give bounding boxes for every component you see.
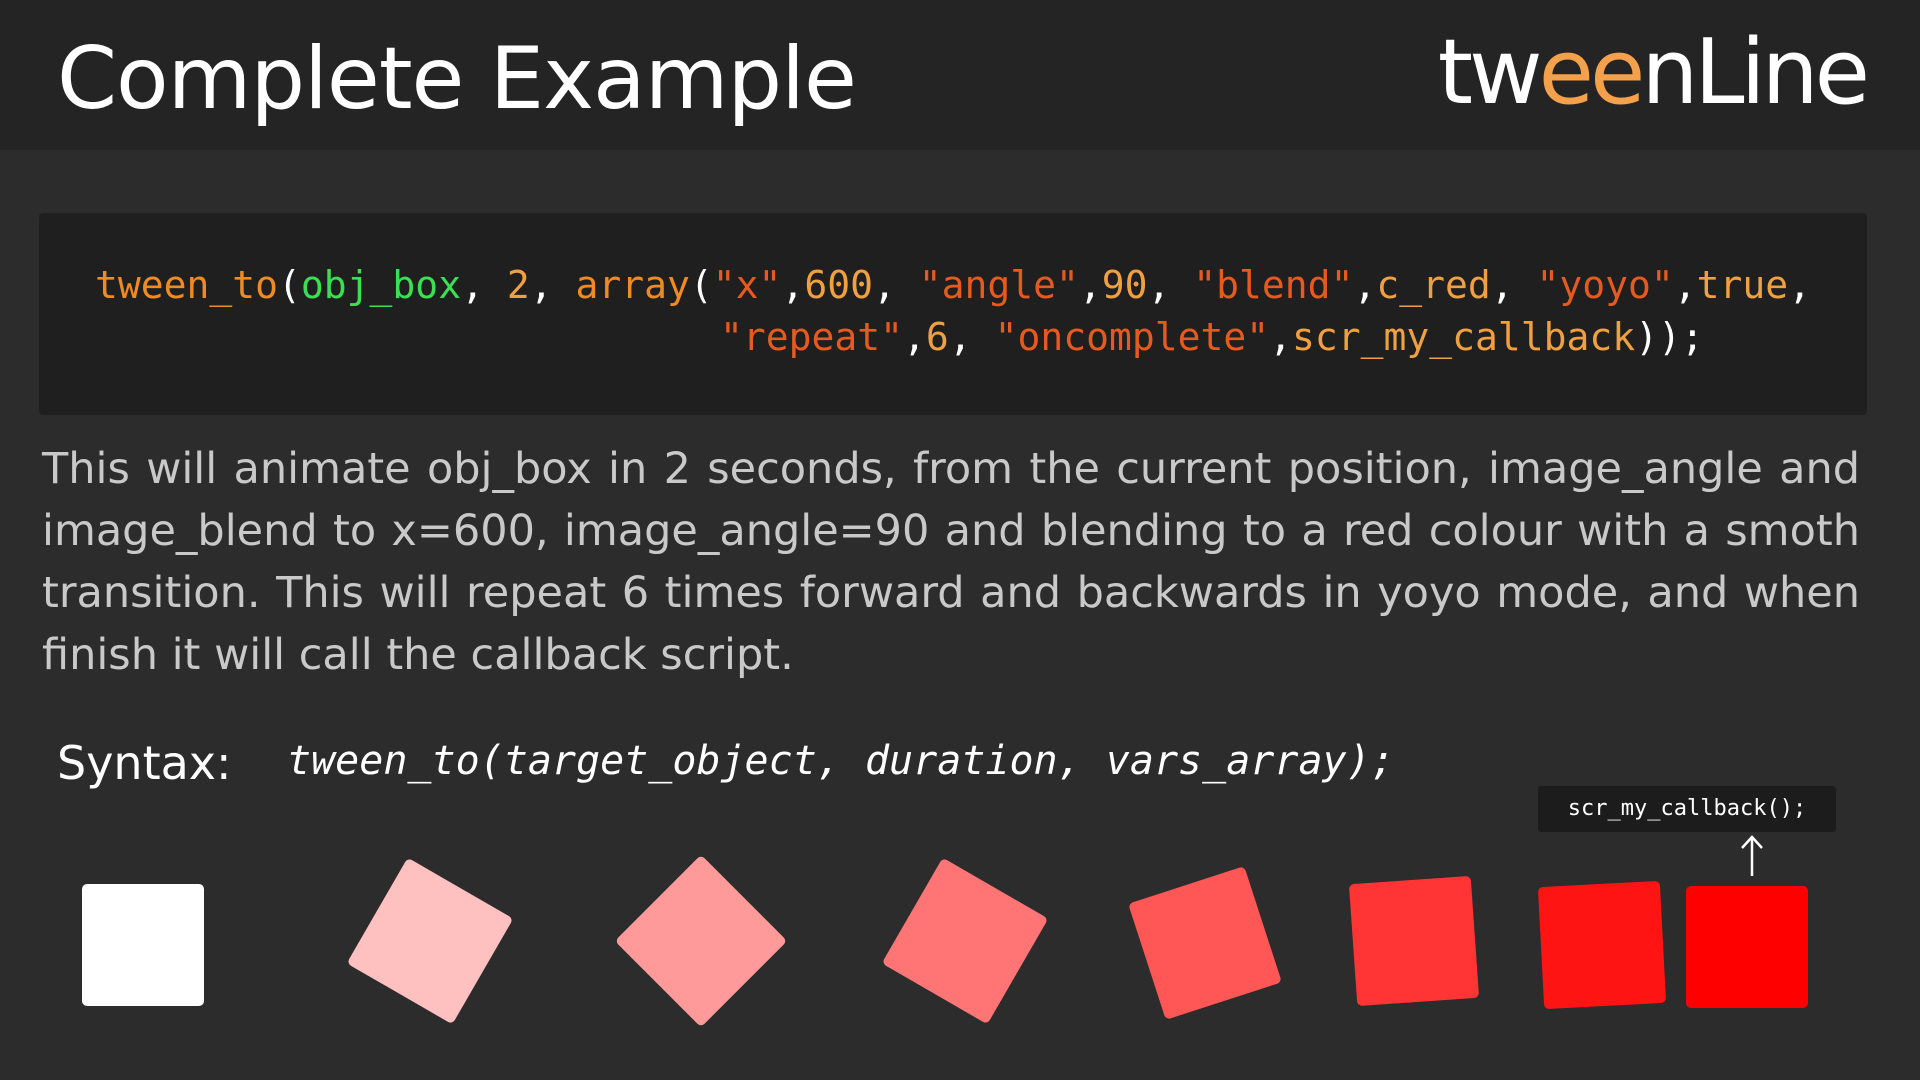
tween-frame-box xyxy=(881,857,1049,1025)
syntax-label: Syntax: xyxy=(57,736,232,790)
logo-text-part2: nLine xyxy=(1641,20,1870,125)
code-line-1: tween_to(obj_box, 2, array("x",600, "ang… xyxy=(95,261,1811,309)
code-token: , xyxy=(1147,263,1194,307)
code-token: ( xyxy=(278,263,301,307)
header-bar: Complete Example tweenLine xyxy=(0,0,1920,150)
code-token: "blend" xyxy=(1193,263,1354,307)
code-token: 2 xyxy=(506,263,530,307)
code-token: 6 xyxy=(925,315,949,359)
tween-frame-box xyxy=(1348,875,1480,1007)
code-token: "x" xyxy=(712,263,782,307)
code-token: , xyxy=(1353,263,1377,307)
tween-frame-box xyxy=(346,857,514,1025)
code-token: , xyxy=(1490,263,1537,307)
code-token: )); xyxy=(1635,315,1704,359)
code-token: "yoyo" xyxy=(1536,263,1674,307)
code-token: , xyxy=(872,263,919,307)
code-token: "angle" xyxy=(918,263,1079,307)
code-token: array xyxy=(575,263,690,307)
logo-text-accent: ee xyxy=(1538,20,1646,125)
code-token: , xyxy=(1078,263,1102,307)
code-token: obj_box xyxy=(300,263,462,307)
code-token: , xyxy=(948,315,995,359)
tween-frame-box xyxy=(82,884,204,1006)
arrow-up-icon xyxy=(1741,835,1763,876)
code-token: true xyxy=(1696,263,1789,307)
code-token: 600 xyxy=(804,263,873,307)
logo-text-part1: tw xyxy=(1437,20,1543,125)
callback-tooltip: scr_my_callback(); xyxy=(1538,786,1836,832)
description-text: This will animate obj_box in 2 seconds, … xyxy=(42,444,1860,680)
code-token: , xyxy=(903,315,926,359)
tween-frame-box xyxy=(1686,886,1808,1008)
page-title: Complete Example xyxy=(57,29,857,129)
syntax-code: tween_to(target_object, duration, vars_a… xyxy=(287,738,1395,784)
code-token: , xyxy=(781,263,805,307)
code-token: , xyxy=(1788,263,1812,307)
code-token: 90 xyxy=(1101,263,1148,307)
code-token: , xyxy=(1269,315,1293,359)
code-token: , xyxy=(1673,263,1697,307)
code-block: tween_to(obj_box, 2, array("x",600, "ang… xyxy=(39,213,1867,415)
code-token: scr_my_callback xyxy=(1292,315,1636,359)
code-token: c_red xyxy=(1376,263,1491,307)
code-token: "repeat" xyxy=(720,315,904,359)
tween-frame-box xyxy=(614,854,788,1028)
code-token: "oncomplete" xyxy=(994,315,1270,359)
code-line-2: "repeat",6, "oncomplete",scr_my_callback… xyxy=(720,313,1704,361)
tweenline-logo: tweenLine xyxy=(1437,18,1870,128)
code-token: tween_to xyxy=(95,263,279,307)
tween-frame-box xyxy=(1537,880,1667,1010)
code-token: ( xyxy=(689,263,713,307)
code-token: , xyxy=(529,263,576,307)
tween-frame-box xyxy=(1128,866,1282,1020)
code-token: , xyxy=(461,263,507,307)
